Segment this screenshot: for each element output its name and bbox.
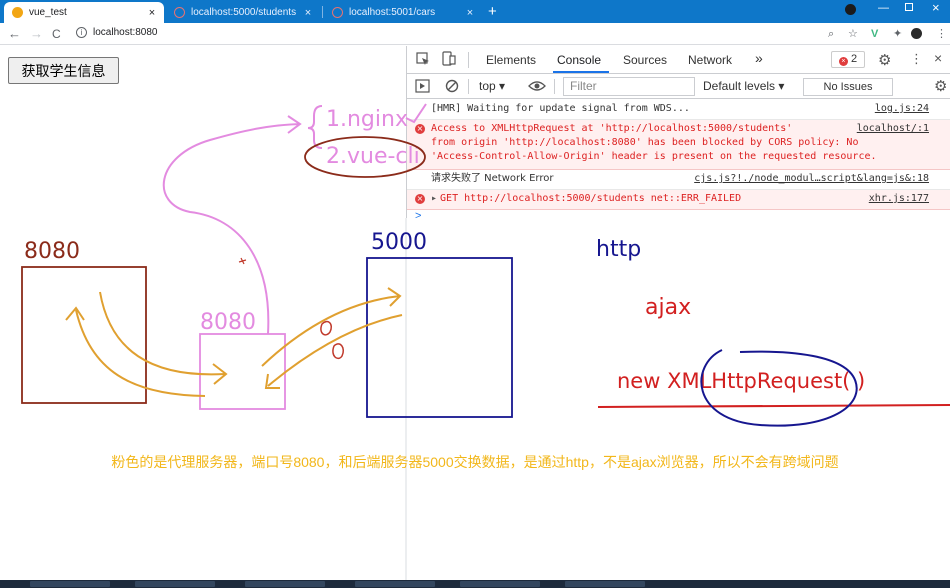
ajax-label: ajax <box>645 295 691 320</box>
red-loop-mark <box>332 343 345 360</box>
proxy-port-label: 8080 <box>200 310 256 335</box>
orange-arrow-server-to-proxy <box>264 314 403 389</box>
annotation-canvas: 1.nginx 2.vue-cli 8080 8080 5000 http aj… <box>21 103 950 580</box>
server-port-label: 5000 <box>371 230 427 255</box>
taskbar-item[interactable] <box>30 581 110 587</box>
xhr-label: new XMLHttpRequest( ) <box>617 369 865 393</box>
taskbar-item[interactable] <box>245 581 325 587</box>
client-port-label: 8080 <box>24 239 80 264</box>
taskbar-item[interactable] <box>135 581 215 587</box>
http-label: http <box>596 237 641 262</box>
pink-brace <box>307 105 323 149</box>
taskbar-item[interactable] <box>355 581 435 587</box>
pink-swirl-arrow <box>162 115 302 335</box>
screen: vue_test × localhost:5000/students × loc… <box>0 0 950 588</box>
taskbar-item[interactable] <box>460 581 540 587</box>
nginx-label: 1.nginx <box>326 107 408 132</box>
server-box <box>366 257 513 418</box>
pink-checkmark <box>405 103 427 124</box>
caption-text: 粉色的是代理服务器，端口号8080，和后端服务器5000交换数据，是通过http… <box>111 454 839 470</box>
taskbar <box>0 580 950 588</box>
orange-arrow-client-to-proxy <box>99 291 228 385</box>
orange-arrow-proxy-to-client <box>65 306 206 397</box>
small-red-mark <box>238 257 247 265</box>
vue-cli-label: 2.vue-cli <box>326 144 420 169</box>
red-loop-mark <box>320 320 333 336</box>
red-underline <box>597 404 950 408</box>
proxy-box <box>199 333 286 410</box>
taskbar-item[interactable] <box>565 581 645 587</box>
